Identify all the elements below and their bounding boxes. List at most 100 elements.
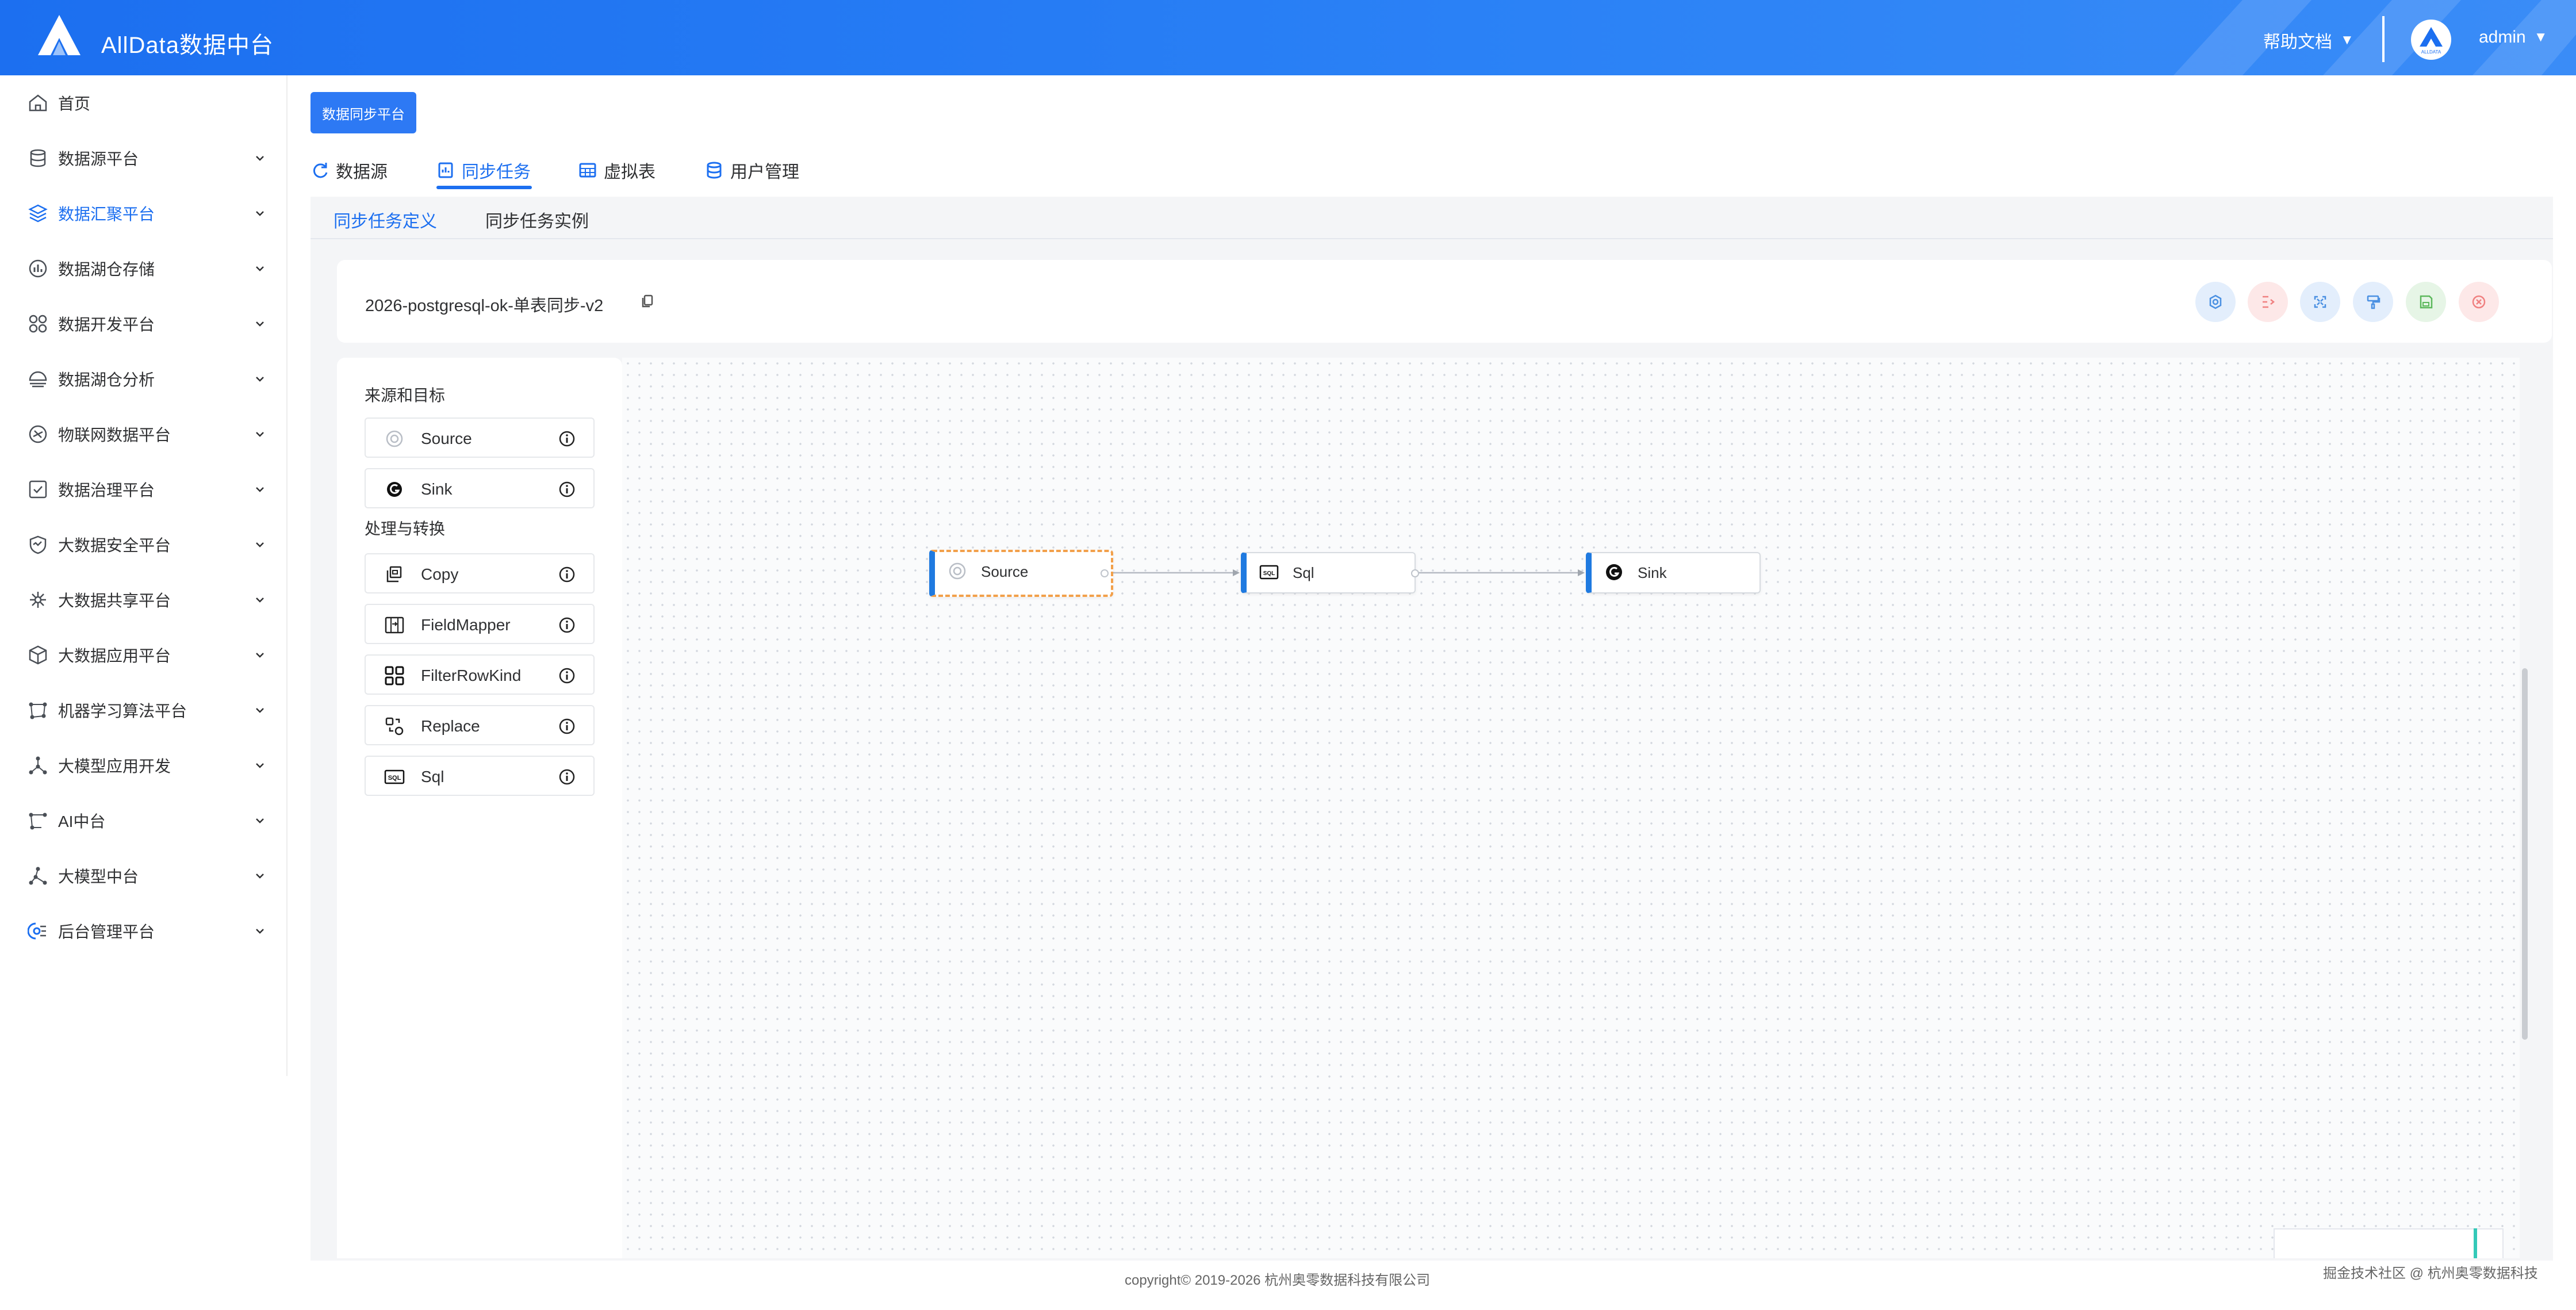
chevron-down-icon <box>256 211 264 216</box>
app-title: AllData数据中台 <box>101 33 274 58</box>
node-output-port[interactable] <box>1411 569 1419 577</box>
svg-text:SQL: SQL <box>388 775 401 782</box>
source-icon <box>949 562 966 580</box>
tab-label: 用户管理 <box>730 163 799 182</box>
palette-item-copy[interactable]: Copy <box>365 553 595 593</box>
palette-item-filterrowkind[interactable]: FilterRowKind <box>365 654 595 695</box>
copy-icon[interactable] <box>639 293 656 309</box>
sidebar-item-14[interactable]: 大模型中台 <box>0 848 286 903</box>
sidebar-item-label: 首页 <box>58 95 91 113</box>
cube-icon <box>29 645 47 665</box>
info-icon[interactable] <box>558 616 576 634</box>
sidebar-item-label: 大模型应用开发 <box>58 757 171 775</box>
palette-item-sink[interactable]: Sink <box>365 468 595 508</box>
info-icon[interactable] <box>558 565 576 584</box>
tab-virtual-table[interactable]: 虚拟表 <box>578 148 656 192</box>
top-header: AllData数据中台 帮助文档 ▼ ALLDATA admin ▼ <box>0 0 2576 75</box>
fit-view-button[interactable] <box>2300 282 2340 322</box>
flow-node-source[interactable]: Source <box>929 550 1113 597</box>
info-icon[interactable] <box>558 667 576 685</box>
model-icon <box>29 867 47 885</box>
info-icon[interactable] <box>558 430 576 448</box>
bar-chart-icon <box>29 259 47 278</box>
sidebar-item-3[interactable]: 数据湖仓存储 <box>0 241 286 296</box>
field-mapper-icon <box>385 616 404 634</box>
sidebar-item-15[interactable]: 后台管理平台 <box>0 903 286 959</box>
palette-item-source[interactable]: Source <box>365 417 595 458</box>
active-tab-indicator <box>436 186 532 189</box>
arrange-button[interactable] <box>2248 282 2288 322</box>
info-icon[interactable] <box>558 480 576 499</box>
node-label: Sink <box>1638 564 1667 581</box>
sink-icon <box>387 482 402 497</box>
sidebar-item-4[interactable]: 数据开发平台 <box>0 296 286 351</box>
caret-down-icon: ▼ <box>2533 29 2548 45</box>
user-menu[interactable]: admin ▼ <box>2479 28 2547 47</box>
sidebar-item-label: 大数据应用平台 <box>58 647 171 665</box>
sidebar-item-9[interactable]: 大数据共享平台 <box>0 572 286 627</box>
palette-item-sql[interactable]: SQL Sql <box>365 756 595 796</box>
nodes-icon <box>29 702 47 719</box>
sidebar-item-0[interactable]: 首页 <box>0 75 286 131</box>
palette-item-fieldmapper[interactable]: FieldMapper <box>365 604 595 644</box>
palette-item-label: Sql <box>421 768 444 786</box>
info-icon[interactable] <box>558 768 576 786</box>
palette-item-label: FieldMapper <box>421 616 511 634</box>
chevron-down-icon <box>256 266 264 271</box>
sidebar-item-13[interactable]: AI中台 <box>0 793 286 848</box>
data-sync-platform-button[interactable]: 数据同步平台 <box>310 92 416 133</box>
avatar[interactable]: ALLDATA <box>2411 20 2451 60</box>
minimap-viewport[interactable] <box>2474 1228 2477 1258</box>
subtab-task-definition[interactable]: 同步任务定义 <box>334 207 437 232</box>
settings-button[interactable] <box>2195 282 2236 322</box>
ai-icon <box>29 813 47 830</box>
minimap[interactable] <box>2274 1228 2504 1258</box>
sidebar-item-1[interactable]: 数据源平台 <box>0 131 286 186</box>
subtab-task-instance[interactable]: 同步任务实例 <box>485 207 589 232</box>
close-icon <box>2472 295 2486 309</box>
copyright-text: copyright© 2019-2026 杭州奥零数据科技有限公司 <box>1125 1273 1431 1288</box>
palette-item-label: FilterRowKind <box>421 667 522 684</box>
sidebar-item-10[interactable]: 大数据应用平台 <box>0 627 286 683</box>
caret-down-icon: ▼ <box>2340 32 2354 48</box>
network-icon <box>29 756 47 775</box>
info-icon[interactable] <box>558 717 576 736</box>
help-docs-menu[interactable]: 帮助文档 ▼ <box>2263 28 2354 53</box>
palette-item-replace[interactable]: Replace <box>365 705 595 745</box>
sidebar-item-label: 数据汇聚平台 <box>58 205 155 223</box>
analysis-icon <box>29 371 47 388</box>
format-button[interactable] <box>2353 282 2393 322</box>
filter-icon <box>385 666 404 685</box>
tab-label: 数据源 <box>336 163 388 182</box>
sidebar-item-12[interactable]: 大模型应用开发 <box>0 738 286 793</box>
sidebar-item-7[interactable]: 数据治理平台 <box>0 462 286 517</box>
close-button[interactable] <box>2459 282 2499 322</box>
tab-user-management[interactable]: 用户管理 <box>705 148 799 192</box>
sidebar-item-label: 数据湖仓分析 <box>58 371 155 389</box>
share-icon <box>30 592 46 608</box>
save-button[interactable] <box>2406 282 2446 322</box>
grid-icon <box>29 315 47 333</box>
avatar-logo-icon: ALLDATA <box>2420 27 2443 55</box>
sidebar-item-label: 数据源平台 <box>58 150 139 168</box>
tab-label: 虚拟表 <box>604 163 656 182</box>
sidebar: 首页数据源平台数据汇聚平台数据湖仓存储数据开发平台 数据湖仓分析物联网数据平台 数据… <box>0 75 288 1076</box>
canvas-scrollbar[interactable] <box>2522 668 2528 1040</box>
logo-icon[interactable] <box>34 12 84 61</box>
database-icon <box>707 162 722 179</box>
flow-canvas[interactable] <box>622 358 2520 1258</box>
sidebar-item-8[interactable]: 大数据安全平台 <box>0 517 286 572</box>
node-output-port[interactable] <box>1101 569 1109 577</box>
gear-icon <box>2209 294 2222 309</box>
sidebar-item-5[interactable]: 数据湖仓分析 <box>0 351 286 407</box>
table-icon <box>579 163 596 178</box>
sidebar-item-label: 大数据安全平台 <box>58 537 171 554</box>
sidebar-item-2[interactable]: 数据汇聚平台 <box>0 186 286 241</box>
sidebar-item-label: 数据开发平台 <box>58 316 155 334</box>
sidebar-item-11[interactable]: 机器学习算法平台 <box>0 683 286 738</box>
flow-node-sink[interactable]: Sink <box>1586 552 1761 593</box>
refresh-icon <box>313 163 328 178</box>
tab-datasource[interactable]: 数据源 <box>310 148 388 192</box>
sidebar-item-6[interactable]: 物联网数据平台 <box>0 407 286 462</box>
flow-node-sql[interactable]: SQL Sql <box>1241 552 1416 593</box>
